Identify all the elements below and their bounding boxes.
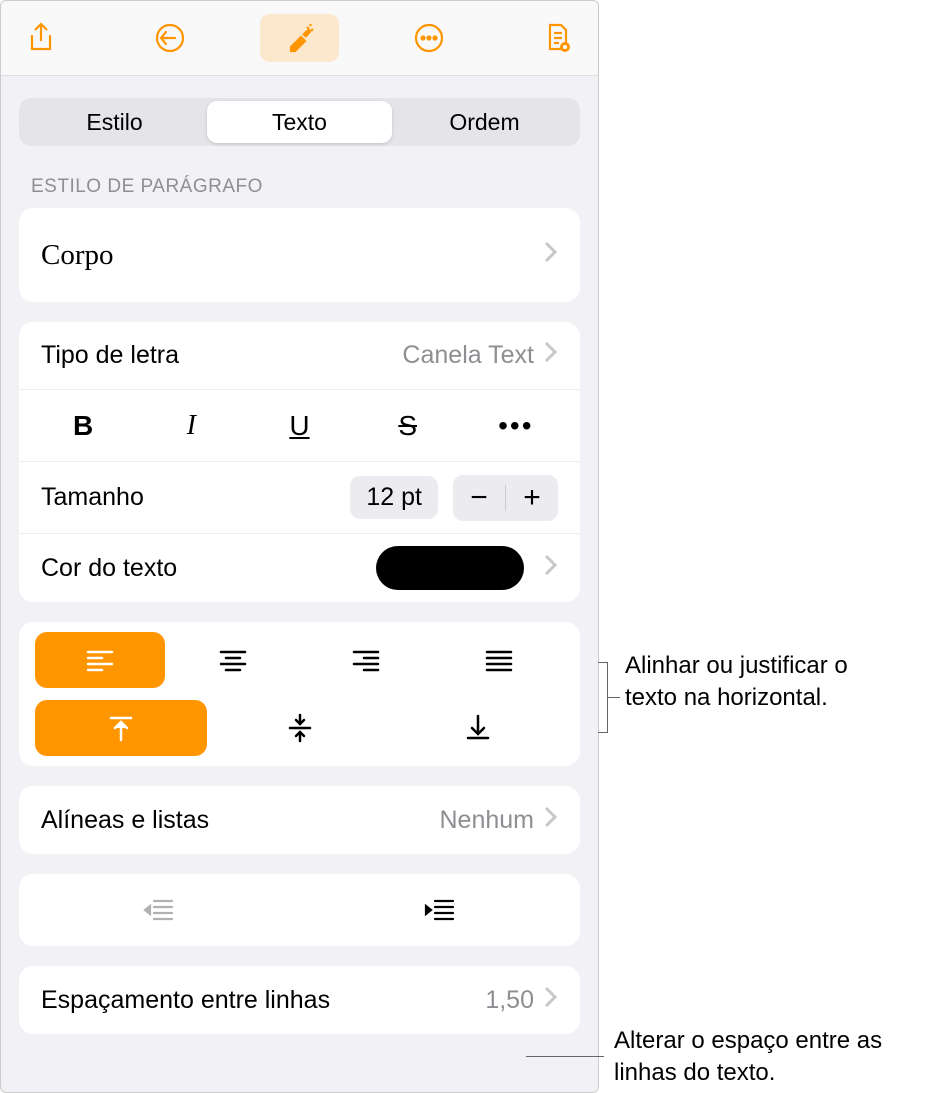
format-panel: Estilo Texto Ordem ESTILO DE PARÁGRAFO C… <box>0 0 599 1093</box>
text-color-swatch[interactable] <box>376 546 524 590</box>
font-row[interactable]: Tipo de letra Canela Text <box>19 322 580 390</box>
valign-middle-button[interactable] <box>214 700 386 756</box>
vertical-align-row <box>35 700 564 756</box>
more-font-options-button[interactable]: ••• <box>473 403 558 448</box>
strikethrough-button[interactable]: S <box>365 403 450 448</box>
outdent-button[interactable] <box>19 886 300 934</box>
tab-style[interactable]: Estilo <box>22 101 207 143</box>
line-spacing-value: 1,50 <box>485 986 534 1015</box>
valign-top-button[interactable] <box>35 700 207 756</box>
paragraph-style-title: ESTILO DE PARÁGRAFO <box>31 176 568 198</box>
chevron-right-icon <box>544 806 558 835</box>
callout-bracket <box>598 662 608 733</box>
underline-button[interactable]: U <box>257 403 342 448</box>
size-value[interactable]: 12 pt <box>350 476 438 519</box>
size-row: Tamanho 12 pt − + <box>19 462 580 534</box>
callout-line <box>608 697 620 698</box>
tab-text[interactable]: Texto <box>207 101 392 143</box>
italic-button[interactable]: I <box>149 403 234 448</box>
line-spacing-row[interactable]: Espaçamento entre linhas 1,50 <box>19 966 580 1034</box>
align-justify-button[interactable] <box>434 632 564 688</box>
toolbar <box>1 1 598 76</box>
align-center-button[interactable] <box>168 632 298 688</box>
size-decrease-button[interactable]: − <box>453 475 505 521</box>
line-spacing-card: Espaçamento entre linhas 1,50 <box>19 966 580 1034</box>
format-button[interactable] <box>260 14 339 62</box>
bullets-card: Alíneas e listas Nenhum <box>19 786 580 854</box>
font-card: Tipo de letra Canela Text B I U S ••• Ta… <box>19 322 580 602</box>
font-value: Canela Text <box>402 341 534 370</box>
bullets-row[interactable]: Alíneas e listas Nenhum <box>19 786 580 854</box>
font-style-buttons: B I U S ••• <box>19 390 580 462</box>
paragraph-style-value: Corpo <box>41 239 544 272</box>
size-stepper: − + <box>453 475 558 521</box>
chevron-right-icon <box>544 341 558 370</box>
size-label: Tamanho <box>41 483 350 512</box>
bullets-label: Alíneas e listas <box>41 806 440 835</box>
indent-button[interactable] <box>300 886 581 934</box>
text-color-row[interactable]: Cor do texto <box>19 534 580 602</box>
document-button[interactable] <box>519 14 598 62</box>
text-color-label: Cor do texto <box>41 554 376 583</box>
size-increase-button[interactable]: + <box>506 475 558 521</box>
share-button[interactable] <box>1 14 80 62</box>
callout-line <box>526 1056 604 1057</box>
callout-spacing: Alterar o espaço entre as linhas do text… <box>614 1025 924 1090</box>
tab-order[interactable]: Ordem <box>392 101 577 143</box>
bold-button[interactable]: B <box>41 403 126 448</box>
undo-button[interactable] <box>130 14 209 62</box>
paragraph-style-row[interactable]: Corpo <box>19 208 580 302</box>
indent-card <box>19 874 580 946</box>
chevron-right-icon <box>544 986 558 1015</box>
horizontal-align-row <box>35 632 564 688</box>
callout-align: Alinhar ou justificar o texto na horizon… <box>625 650 885 715</box>
tab-selector: Estilo Texto Ordem <box>19 98 580 146</box>
alignment-card <box>19 622 580 766</box>
align-right-button[interactable] <box>301 632 431 688</box>
line-spacing-label: Espaçamento entre linhas <box>41 986 485 1015</box>
align-left-button[interactable] <box>35 632 165 688</box>
more-button[interactable] <box>389 14 468 62</box>
chevron-right-icon <box>544 241 558 270</box>
valign-bottom-button[interactable] <box>392 700 564 756</box>
bullets-value: Nenhum <box>440 806 535 835</box>
paragraph-style-card: Corpo <box>19 208 580 302</box>
chevron-right-icon <box>544 554 558 583</box>
font-label: Tipo de letra <box>41 341 402 370</box>
